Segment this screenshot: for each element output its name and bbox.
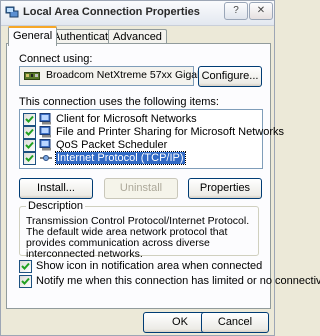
tab-general[interactable]: General: [8, 26, 58, 46]
network-connection-icon: [5, 6, 19, 18]
close-button[interactable]: ✕: [249, 2, 273, 20]
checkmark-icon: [25, 115, 34, 123]
checkmark-icon: [21, 277, 30, 285]
tab-advanced[interactable]: Advanced: [108, 29, 167, 44]
connect-using-label: Connect using:: [19, 53, 93, 65]
adapter-name: Broadcom NetXtreme 57xx Gigabit C: [46, 69, 219, 81]
install-button[interactable]: Install...: [19, 178, 93, 199]
checkmark-icon: [21, 262, 30, 270]
item-label: File and Printer Sharing for Microsoft N…: [56, 126, 285, 138]
show-icon-label: Show icon in notification area when conn…: [36, 260, 263, 272]
item-checkbox[interactable]: [23, 113, 36, 126]
notify-checkbox[interactable]: [19, 275, 32, 288]
item-label: Client for Microsoft Networks: [56, 113, 197, 125]
properties-button[interactable]: Properties: [188, 178, 262, 199]
properties-dialog: Local Area Connection Properties ? ✕ Gen…: [0, 0, 320, 336]
close-icon: ✕: [256, 5, 266, 16]
uninstall-button[interactable]: Uninstall: [104, 178, 178, 199]
description-text: Transmission Control Protocol/Internet P…: [26, 215, 250, 260]
protocol-icon: [40, 155, 52, 161]
notify-label: Notify me when this connection has limit…: [36, 275, 320, 287]
checkmark-icon: [25, 128, 34, 136]
tab-advanced-label: Advanced: [113, 31, 162, 43]
network-client-icon: [39, 113, 51, 125]
description-legend: Description: [28, 200, 84, 212]
item-checkbox[interactable]: [23, 126, 36, 139]
window-title: Local Area Connection Properties: [23, 6, 200, 18]
title-bar[interactable]: Local Area Connection Properties ? ✕: [1, 1, 274, 26]
help-button[interactable]: ?: [224, 2, 248, 20]
qos-scheduler-icon: [39, 139, 51, 151]
configure-button[interactable]: Configure...: [198, 66, 262, 87]
components-list[interactable]: Client for Microsoft Networks File and P…: [19, 109, 284, 169]
checkmark-icon: [25, 141, 34, 149]
item-checkbox[interactable]: [23, 152, 36, 165]
description-group: Description Transmission Control Protoco…: [19, 200, 259, 260]
cancel-button[interactable]: Cancel: [201, 312, 269, 333]
item-checkbox[interactable]: [23, 139, 36, 152]
item-label: Internet Protocol (TCP/IP): [55, 151, 186, 165]
network-adapter-icon: [24, 72, 40, 80]
show-icon-checkbox[interactable]: [19, 260, 32, 273]
item-label: QoS Packet Scheduler: [56, 139, 168, 151]
items-label: This connection uses the following items…: [19, 96, 219, 108]
file-printer-sharing-icon: [39, 126, 51, 138]
adapter-field: Broadcom NetXtreme 57xx Gigabit C: [19, 66, 219, 86]
tab-general-label: General: [13, 30, 53, 42]
checkmark-icon: [25, 154, 34, 162]
